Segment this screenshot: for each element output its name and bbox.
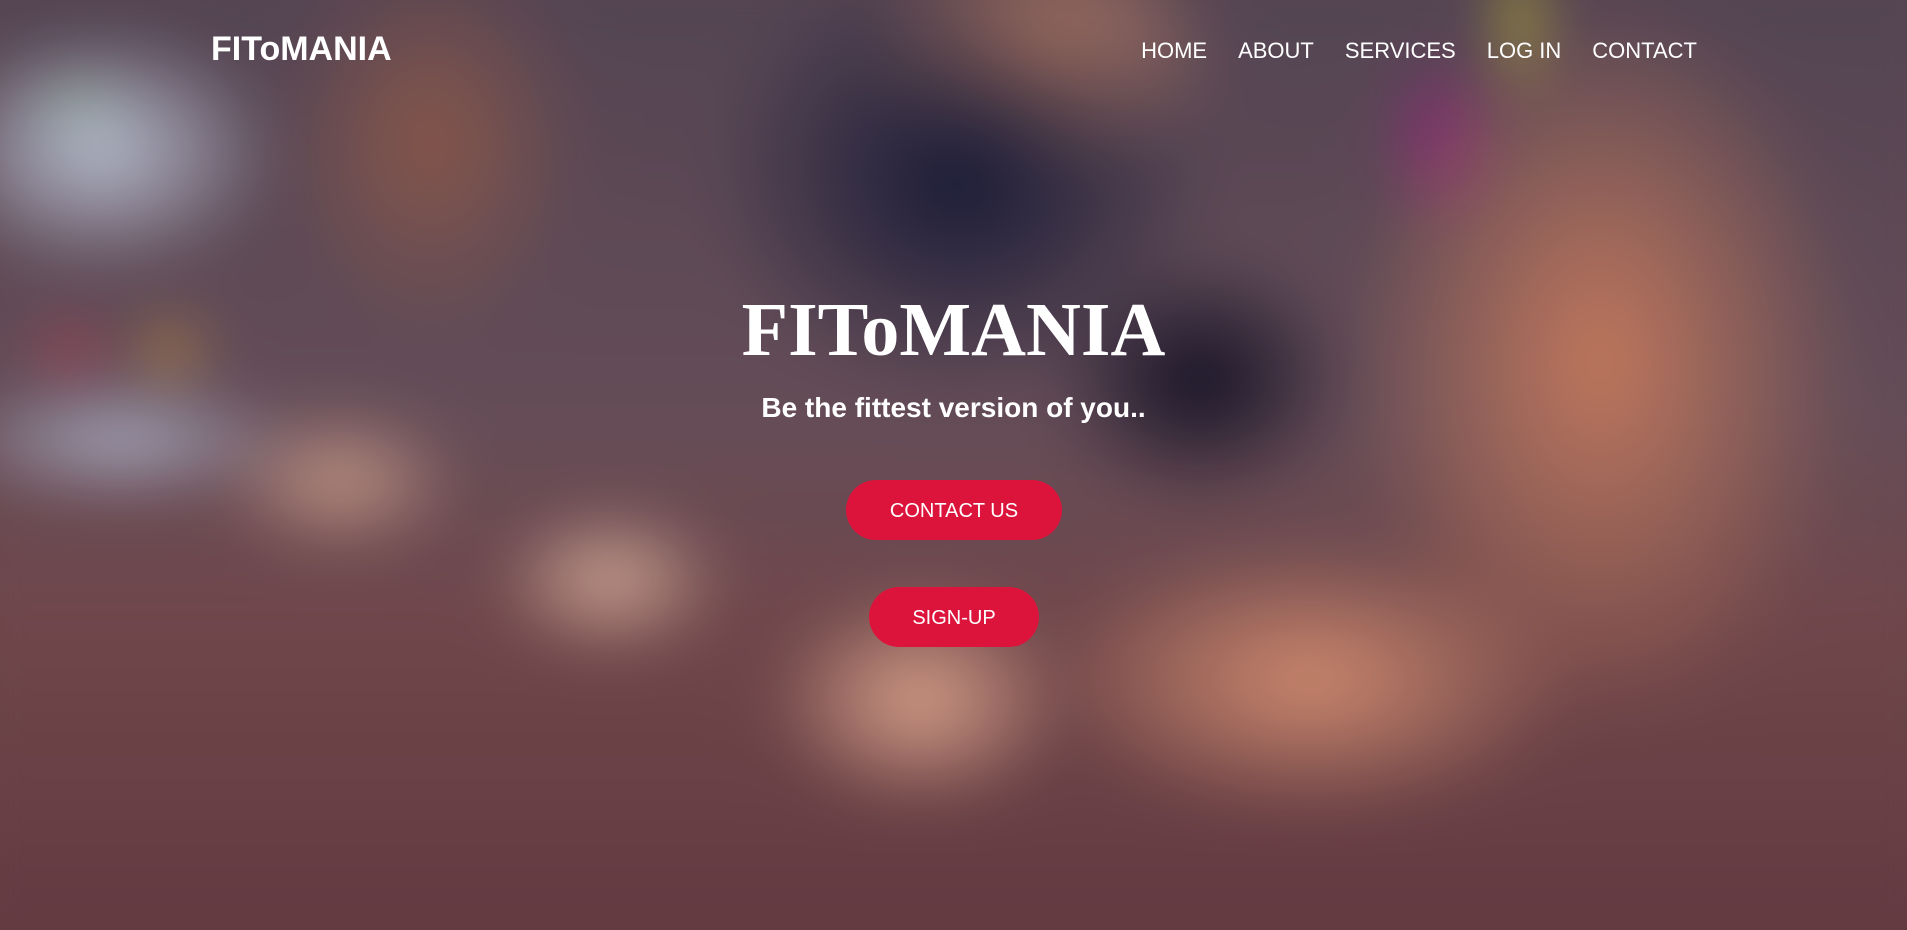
hero-overlay	[0, 0, 1907, 930]
nav-menu: HOME ABOUT SERVICES LOG IN CONTACT	[1141, 38, 1697, 64]
nav-item-about[interactable]: ABOUT	[1238, 38, 1314, 64]
nav-item-login[interactable]: LOG IN	[1487, 38, 1562, 64]
sign-up-button[interactable]: SIGN-UP	[869, 587, 1039, 647]
nav-item-services[interactable]: SERVICES	[1345, 38, 1456, 64]
contact-us-button[interactable]: CONTACT US	[846, 480, 1062, 540]
hero-content: FIToMANIA Be the fittest version of you.…	[0, 285, 1907, 424]
hero-title: FIToMANIA	[741, 288, 1166, 372]
brand-logo[interactable]: FIToMANIA	[211, 30, 392, 69]
nav-item-contact[interactable]: CONTACT	[1592, 38, 1697, 64]
hero-section: FIToMANIA HOME ABOUT SERVICES LOG IN CON…	[0, 0, 1907, 930]
hero-tagline: Be the fittest version of you..	[761, 392, 1146, 423]
navbar: FIToMANIA HOME ABOUT SERVICES LOG IN CON…	[0, 0, 1907, 100]
nav-item-home[interactable]: HOME	[1141, 38, 1207, 64]
